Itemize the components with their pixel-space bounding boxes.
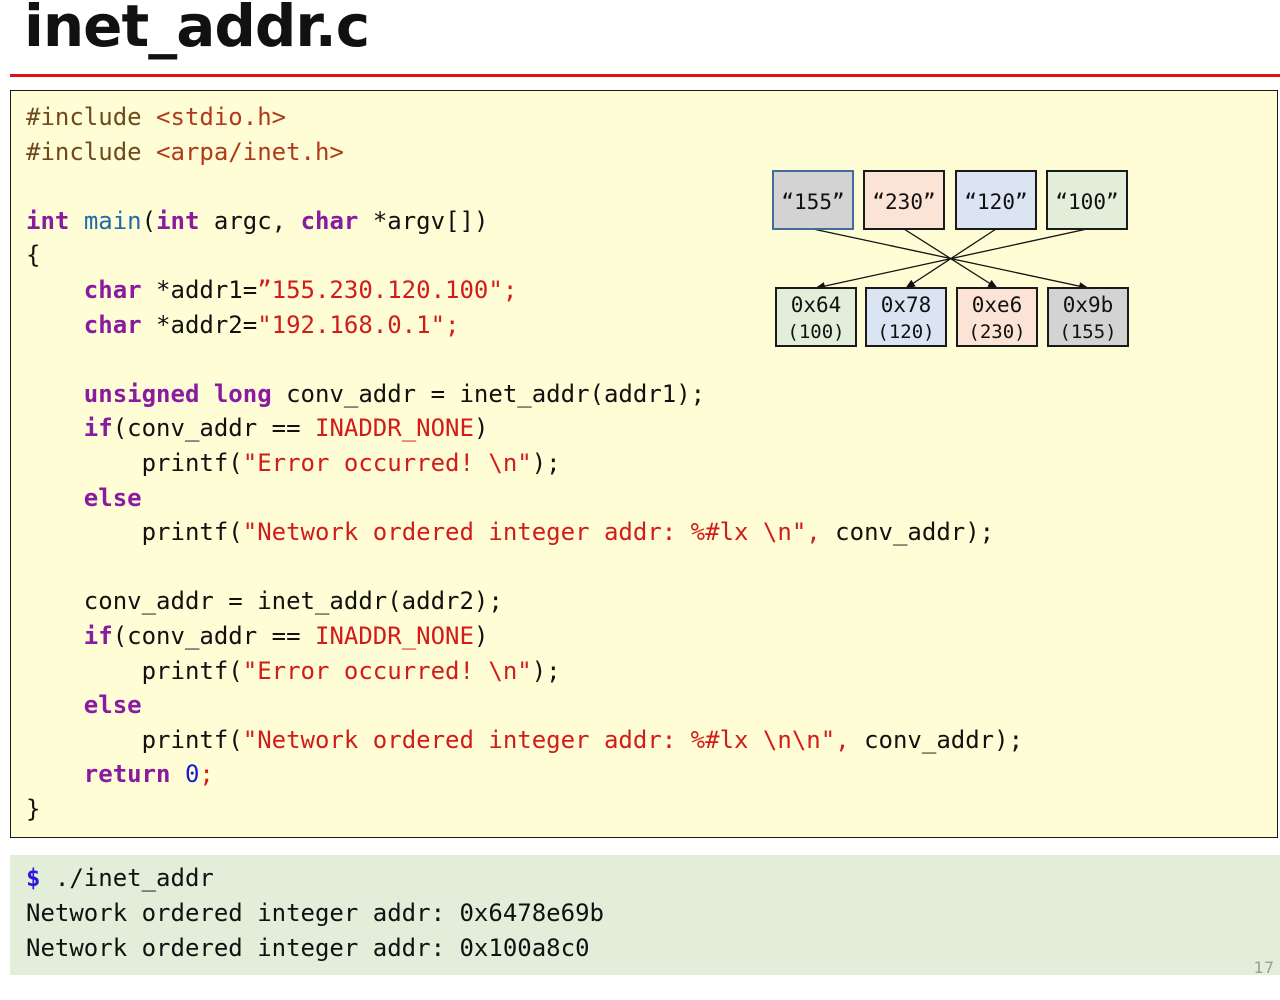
byte-hex-label: 0x78: [881, 293, 932, 317]
byte-decimal-label: (120): [877, 321, 934, 343]
output-line: Network ordered integer addr: 0x100a8c0: [26, 934, 590, 962]
string-octet-box: “155”: [772, 170, 854, 230]
string-octet-label: “100”: [1055, 190, 1118, 214]
byte-value-box: 0x64 (100): [775, 287, 857, 347]
string-octet-label: “120”: [964, 190, 1027, 214]
shell-prompt: $: [26, 864, 41, 892]
terminal-panel: $ ./inet_addr Network ordered integer ad…: [10, 855, 1280, 975]
string-octet-box: “230”: [863, 170, 945, 230]
string-octet-label: “155”: [781, 190, 844, 214]
byte-value-box: 0x78 (120): [865, 287, 947, 347]
byte-hex-label: 0xe6: [972, 293, 1023, 317]
string-octet-box: “120”: [955, 170, 1037, 230]
byte-value-box: 0x9b (155): [1047, 287, 1129, 347]
byte-decimal-label: (100): [787, 321, 844, 343]
shell-command: ./inet_addr: [40, 864, 214, 892]
byte-order-diagram: “155” “230” “120” “100”0x64(100)0x78(120)0x…: [772, 170, 1129, 347]
byte-value-box: 0xe6 (230): [956, 287, 1038, 347]
byte-decimal-label: (155): [1059, 321, 1116, 343]
output-line: Network ordered integer addr: 0x6478e69b: [26, 899, 604, 927]
terminal-output: $ ./inet_addr Network ordered integer ad…: [26, 861, 604, 966]
byte-hex-label: 0x64: [791, 293, 842, 317]
byte-decimal-label: (230): [968, 321, 1025, 343]
string-octet-box: “100”: [1046, 170, 1128, 230]
page-number: 17: [1253, 958, 1274, 977]
byte-hex-label: 0x9b: [1063, 293, 1114, 317]
string-octet-label: “230”: [872, 190, 935, 214]
